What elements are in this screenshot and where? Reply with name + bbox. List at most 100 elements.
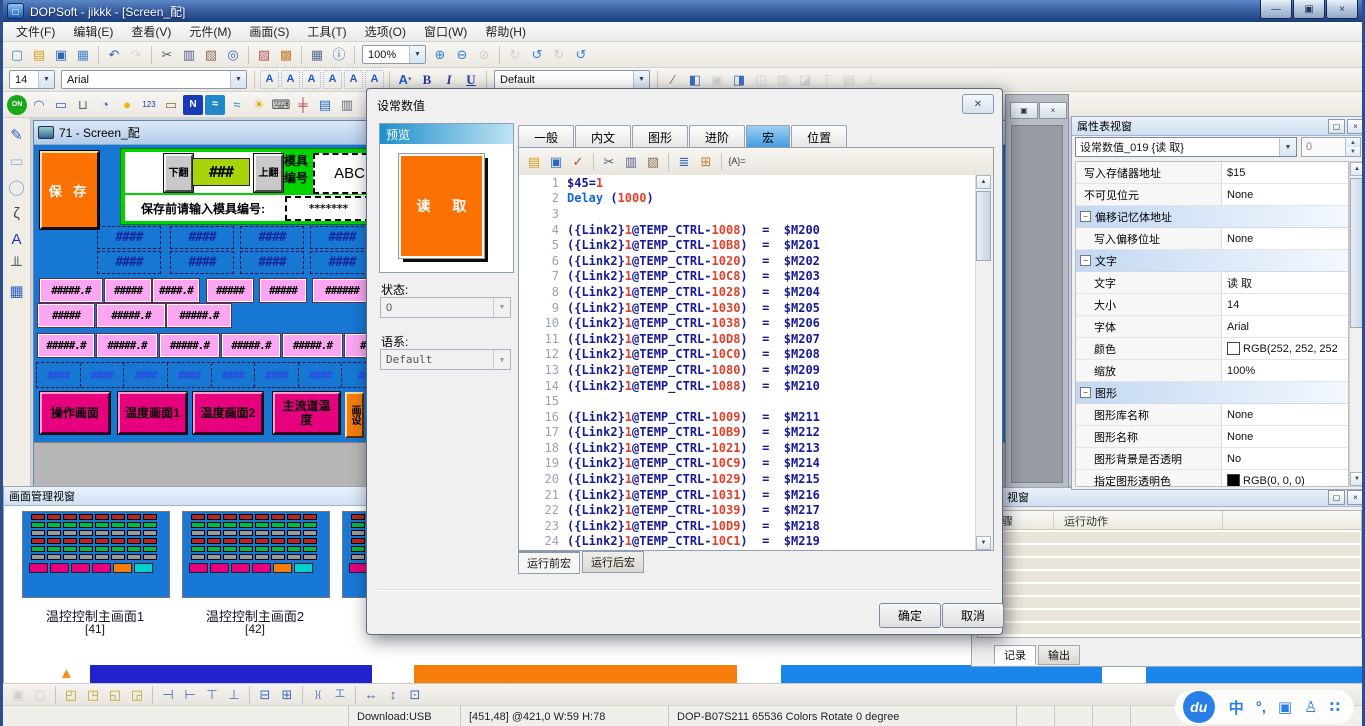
space-vertical-icon[interactable]: 工 — [330, 685, 350, 705]
property-value[interactable]: RGB(0, 0, 0) — [1222, 474, 1348, 487]
align-left-icon[interactable]: ⊣ — [158, 685, 178, 705]
make-same-height-icon[interactable]: ↕ — [383, 685, 403, 705]
cut-icon[interactable]: ✂ — [599, 152, 619, 172]
ime-user-icon[interactable]: ♙ — [1304, 698, 1317, 716]
hmi-nav-button[interactable]: 操作画面 — [40, 392, 110, 434]
close-icon[interactable]: × — [1039, 102, 1067, 119]
state-combo[interactable]: 0 ▼ — [380, 297, 511, 318]
bold-icon[interactable]: B — [417, 70, 437, 90]
maximize-icon[interactable]: ▢ — [1328, 119, 1345, 134]
half-meter-icon[interactable]: ◔ — [95, 95, 115, 115]
hmi-blue-field[interactable]: #### — [81, 363, 125, 387]
dialog-tab[interactable]: 内文 — [575, 125, 631, 148]
tank-icon[interactable]: ⊔ — [73, 95, 93, 115]
hmi-numeric-field[interactable]: #### — [170, 226, 234, 249]
maximize-icon[interactable]: ▢ — [1328, 490, 1345, 505]
object-frame-state-icon[interactable]: ◨ — [729, 70, 749, 90]
property-value[interactable]: None — [1222, 233, 1348, 245]
print-icon[interactable]: ▦ — [307, 45, 327, 65]
align-bottom-icon[interactable]: ⊥ — [224, 685, 244, 705]
code-scrollbar[interactable]: ▲ ▼ — [975, 175, 993, 550]
hmi-pink-display[interactable]: #####.# — [167, 304, 231, 327]
hmi-numeric-field[interactable]: #### — [97, 226, 161, 249]
send-to-back-icon[interactable]: ◳ — [83, 685, 103, 705]
import-screen-icon[interactable]: ▩ — [276, 45, 296, 65]
property-value[interactable]: None — [1222, 409, 1348, 421]
new-file-icon[interactable]: ▢ — [7, 45, 27, 65]
menu-item[interactable]: 画面(S) — [240, 21, 298, 42]
hmi-nav-button[interactable]: 温度画面1 — [118, 392, 187, 434]
cancel-button[interactable]: 取消 — [942, 603, 1004, 628]
zoom-out-icon[interactable]: ⊖ — [452, 45, 472, 65]
screen-thumbnail[interactable] — [182, 511, 330, 598]
make-same-width-icon[interactable]: ↔ — [361, 685, 381, 705]
align-vertical-middle-icon[interactable]: ▤ — [839, 70, 859, 90]
macro-phase-tab[interactable]: 运行前宏 — [518, 551, 580, 574]
spinner-up-icon[interactable]: ▲ — [1346, 138, 1360, 147]
dialog-close-button[interactable]: ✕ — [962, 94, 994, 114]
align-bottom-edge-icon[interactable]: ⊥ — [861, 70, 881, 90]
menu-item[interactable]: 选项(O) — [356, 21, 415, 42]
ungroup-icon[interactable]: ▢ — [30, 685, 50, 705]
rectangle-tool-icon[interactable]: ▭ — [7, 151, 27, 171]
align-right-edge-icon[interactable]: ◪ — [795, 70, 815, 90]
text-align-center-horizontal-icon[interactable]: A — [281, 70, 300, 89]
group-icon[interactable]: ▣ — [8, 685, 28, 705]
input-list-icon[interactable]: ▥ — [337, 95, 357, 115]
ok-button[interactable]: 确定 — [879, 603, 941, 628]
zoom-in-icon[interactable]: ⊕ — [430, 45, 450, 65]
underline-icon[interactable]: U — [461, 70, 481, 90]
font-color-icon[interactable]: A▾ — [395, 70, 415, 90]
state-spinner[interactable]: 0 ▲▼ — [1301, 137, 1361, 157]
add-screen-icon[interactable]: ▨ — [254, 45, 274, 65]
restore-button[interactable]: ▣ — [1293, 0, 1325, 19]
hmi-numeric-field[interactable]: #### — [97, 251, 161, 274]
xy-curve-icon[interactable]: ≈ — [227, 95, 247, 115]
property-value[interactable]: 14 — [1222, 299, 1348, 311]
center-horizontal-icon[interactable]: ⊟ — [255, 685, 275, 705]
italic-icon[interactable]: I — [439, 70, 459, 90]
property-section[interactable]: −文字 — [1076, 250, 1348, 272]
ime-toolbox-icon[interactable]: ▣ — [1278, 698, 1292, 716]
record-window-title-bar[interactable]: 视窗 ▢ × — [972, 488, 1365, 507]
pen-tool-icon[interactable]: ✎ — [7, 125, 27, 145]
hmi-numeric-field[interactable]: #### — [310, 226, 374, 249]
find-icon[interactable]: ◎ — [223, 45, 243, 65]
collapse-icon[interactable]: − — [1080, 387, 1091, 398]
dialog-tab[interactable]: 位置 — [791, 125, 847, 148]
font-size-combo[interactable]: 14 ▼ — [9, 70, 55, 89]
collapse-icon[interactable]: − — [1080, 255, 1091, 266]
close-icon[interactable]: × — [1347, 119, 1364, 134]
insert-line-icon[interactable]: ⊞ — [696, 152, 716, 172]
ime-punctuation-icon[interactable]: °, — [1256, 699, 1266, 716]
menu-item[interactable]: 工具(T) — [298, 21, 355, 42]
minimize-button[interactable]: — — [1260, 0, 1292, 19]
hmi-nav-button-partial[interactable]: 画设 — [345, 392, 364, 438]
hmi-save-button[interactable]: 保 存 — [40, 151, 99, 229]
scrollbar-thumb[interactable] — [1350, 178, 1364, 328]
dialog-tab[interactable]: 一般 — [518, 125, 574, 148]
hmi-page-up-button[interactable]: 上翻 — [254, 154, 283, 192]
hmi-pink-display[interactable]: #####.# — [160, 334, 219, 357]
close-icon[interactable]: × — [1347, 490, 1364, 505]
goto-line-icon[interactable]: ≣ — [674, 152, 694, 172]
align-horizontal-center-icon[interactable]: ▥ — [773, 70, 793, 90]
ellipse-tool-icon[interactable]: ◯ — [7, 177, 27, 197]
paste-icon[interactable]: ▧ — [201, 45, 221, 65]
hmi-blue-field[interactable]: #### — [212, 363, 256, 387]
text-align-left-icon[interactable]: A — [260, 70, 279, 89]
space-horizontal-icon[interactable]: }{ — [308, 685, 328, 705]
send-backward-icon[interactable]: ◲ — [127, 685, 147, 705]
cut-icon[interactable]: ✂ — [157, 45, 177, 65]
dialog-tab[interactable]: 进阶 — [689, 125, 745, 148]
bring-forward-icon[interactable]: ◱ — [105, 685, 125, 705]
numeric-entry-icon[interactable]: 123 — [139, 95, 159, 115]
on-off-button-icon[interactable]: ON — [7, 95, 27, 115]
open-file-icon[interactable]: ▤ — [29, 45, 49, 65]
style-combo[interactable]: Default ▼ — [494, 70, 650, 89]
indicator-lamp-icon[interactable]: ● — [117, 95, 137, 115]
hmi-pink-display[interactable]: ##### — [207, 279, 253, 302]
restore-icon[interactable]: ▣ — [1010, 102, 1038, 119]
hmi-page-number-display[interactable]: ### — [192, 158, 250, 186]
hmi-pink-display[interactable]: #####.# — [97, 304, 165, 327]
